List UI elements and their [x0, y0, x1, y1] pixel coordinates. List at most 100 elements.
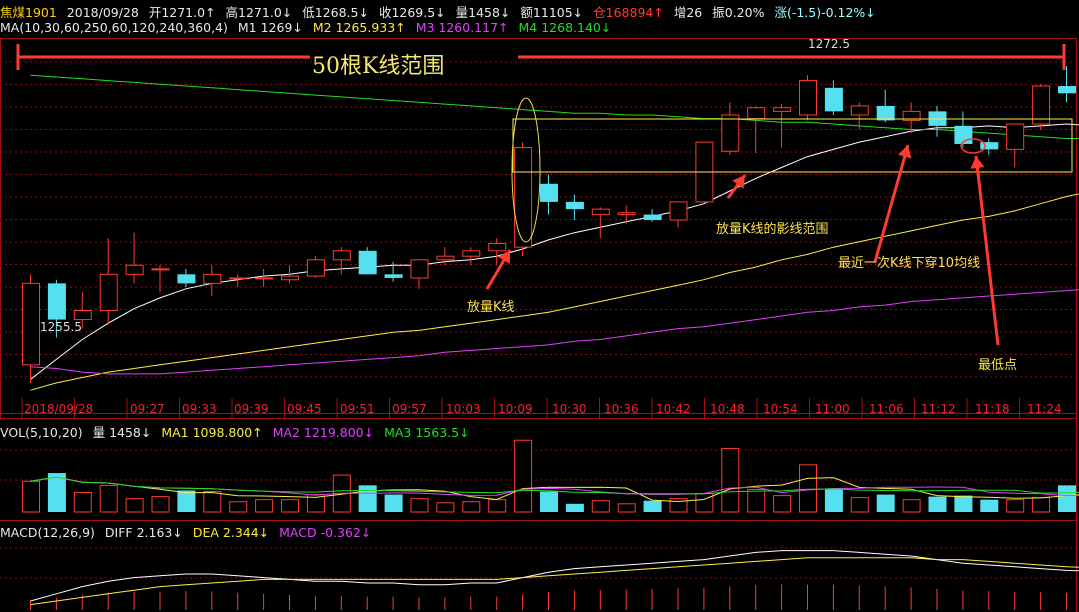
candle-body-up: [1006, 123, 1025, 150]
vol-legend: VOL(5,10,20) 量 1458↓ MA1 1098.800↑ MA2 1…: [0, 422, 476, 441]
x-axis-label: 09:45: [287, 402, 322, 416]
annotation-range-50: 50根K线范围: [312, 54, 445, 79]
volume-bar-up: [721, 447, 740, 513]
volume-bar-up: [617, 503, 636, 513]
x-axis-label: 09:51: [340, 402, 375, 416]
volume-bar-up: [1006, 499, 1025, 513]
volume-bar-down: [954, 495, 973, 512]
price-panel-border: [0, 38, 1077, 414]
ma-line-m2: [30, 193, 1079, 391]
volume-bar-up: [1032, 497, 1051, 513]
x-axis-label: 10:03: [446, 402, 481, 416]
volume-bar-up: [591, 500, 610, 513]
candle-body-down: [643, 214, 662, 220]
candle-body-up: [773, 107, 792, 112]
volume-bar-up: [73, 492, 92, 513]
macd-legend-macd: MACD -0.362↓: [279, 525, 372, 540]
volume-bar-down: [177, 490, 196, 512]
candle-body-up: [22, 282, 40, 366]
candle-body-down: [824, 87, 843, 112]
candle-body-up: [669, 201, 688, 221]
volume-bar-down: [565, 503, 584, 512]
volume-bar-up: [151, 496, 170, 513]
x-axis-label: 10:36: [604, 402, 639, 416]
candle-body-up: [151, 268, 170, 271]
candle-body-up: [850, 105, 869, 116]
kline-chart[interactable]: [0, 0, 1079, 612]
annotation-lowest: 最低点: [978, 358, 1018, 373]
candle-body-up: [436, 255, 455, 261]
volume-bar-down: [1058, 485, 1076, 512]
x-axis-label: 10:48: [710, 402, 745, 416]
candle-body-up: [306, 259, 325, 277]
price-low-label: 1255.5: [40, 320, 82, 334]
candle-body-up: [591, 208, 610, 216]
x-axis-label: 09:27: [130, 402, 165, 416]
candle-body-up: [488, 243, 507, 252]
volume-bar-up: [22, 480, 40, 513]
candle-body-up: [99, 273, 118, 312]
candle-body-up: [203, 273, 222, 284]
volume-bar-down: [928, 496, 947, 512]
arrow-cross-ma10-shaft: [873, 144, 910, 263]
volume-bar-up: [410, 498, 429, 513]
volume-bar-up: [281, 499, 299, 513]
candle-body-up: [332, 250, 351, 261]
candle-body-down: [876, 105, 895, 121]
candle-body-down: [47, 283, 66, 320]
candle-body-down: [1058, 86, 1076, 94]
macd-dea-line: [30, 557, 1079, 606]
candle-body-down: [358, 250, 377, 275]
x-axis-label: 11:00: [815, 402, 850, 416]
volume-bar-up: [902, 499, 921, 513]
candle-body-up: [617, 212, 636, 216]
annotation-volume-k: 放量K线: [467, 300, 515, 315]
vol-legend-ma1: MA1 1098.800↑: [161, 425, 263, 440]
x-axis-label: 11:12: [921, 402, 956, 416]
x-axis-label: 11:24: [1027, 402, 1062, 416]
vol-legend-vol: 量 1458↓: [92, 425, 152, 440]
volume-bar-up: [436, 502, 455, 513]
x-axis-label: 10:54: [763, 402, 798, 416]
x-axis-label: 09:33: [182, 402, 217, 416]
candle-body-down: [540, 183, 558, 202]
x-axis-label: 10:30: [552, 402, 587, 416]
volume-bar-up: [462, 501, 481, 513]
candle-body-up: [125, 264, 144, 275]
x-axis-label: 09:39: [234, 402, 269, 416]
volume-bar-down: [876, 494, 895, 512]
macd-legend: MACD(12,26,9) DIFF 2.163↓ DEA 2.344↓ MAC…: [0, 525, 377, 540]
price-high-label: 1272.5: [808, 37, 850, 51]
candle-body-up: [721, 114, 740, 152]
candle-body-down: [980, 142, 999, 150]
annotation-cross-ma10: 最近一次K线下穿10均线: [838, 256, 981, 271]
volume-bar-down: [358, 485, 377, 512]
x-axis-label: 09:57: [392, 402, 427, 416]
volume-bar-up: [747, 488, 766, 513]
arrow-lowest-shaft: [974, 155, 1000, 346]
candle-body-down: [384, 274, 403, 278]
candle-body-up: [799, 80, 817, 116]
volume-bar-up: [203, 491, 222, 513]
x-axis-label: 11:06: [869, 402, 904, 416]
vol-legend-ma3: MA3 1563.5↓: [384, 425, 470, 440]
vol-legend-label: VOL(5,10,20): [0, 425, 83, 440]
candle-body-up: [255, 277, 274, 280]
volume-bar-down: [540, 491, 558, 512]
arrow-lowest-head: [970, 156, 985, 169]
candle-body-up: [281, 275, 299, 281]
volume-bar-down: [384, 494, 403, 512]
x-axis-label: 11:18: [975, 402, 1010, 416]
volume-bar-up: [125, 498, 144, 513]
volume-bar-down: [980, 499, 999, 512]
volume-bar-up: [514, 439, 533, 513]
volume-bar-up: [799, 464, 817, 513]
volume-bar-up: [850, 497, 869, 513]
vol-legend-ma2: MA2 1219.800↓: [272, 425, 375, 440]
candle-body-down: [565, 201, 584, 210]
volume-bar-up: [99, 484, 118, 513]
annotation-shadow-range: 放量K线的影线范围: [716, 222, 829, 237]
volume-bar-up: [773, 495, 792, 513]
candle-body-up: [1032, 85, 1051, 125]
x-axis-label: 10:42: [656, 402, 691, 416]
